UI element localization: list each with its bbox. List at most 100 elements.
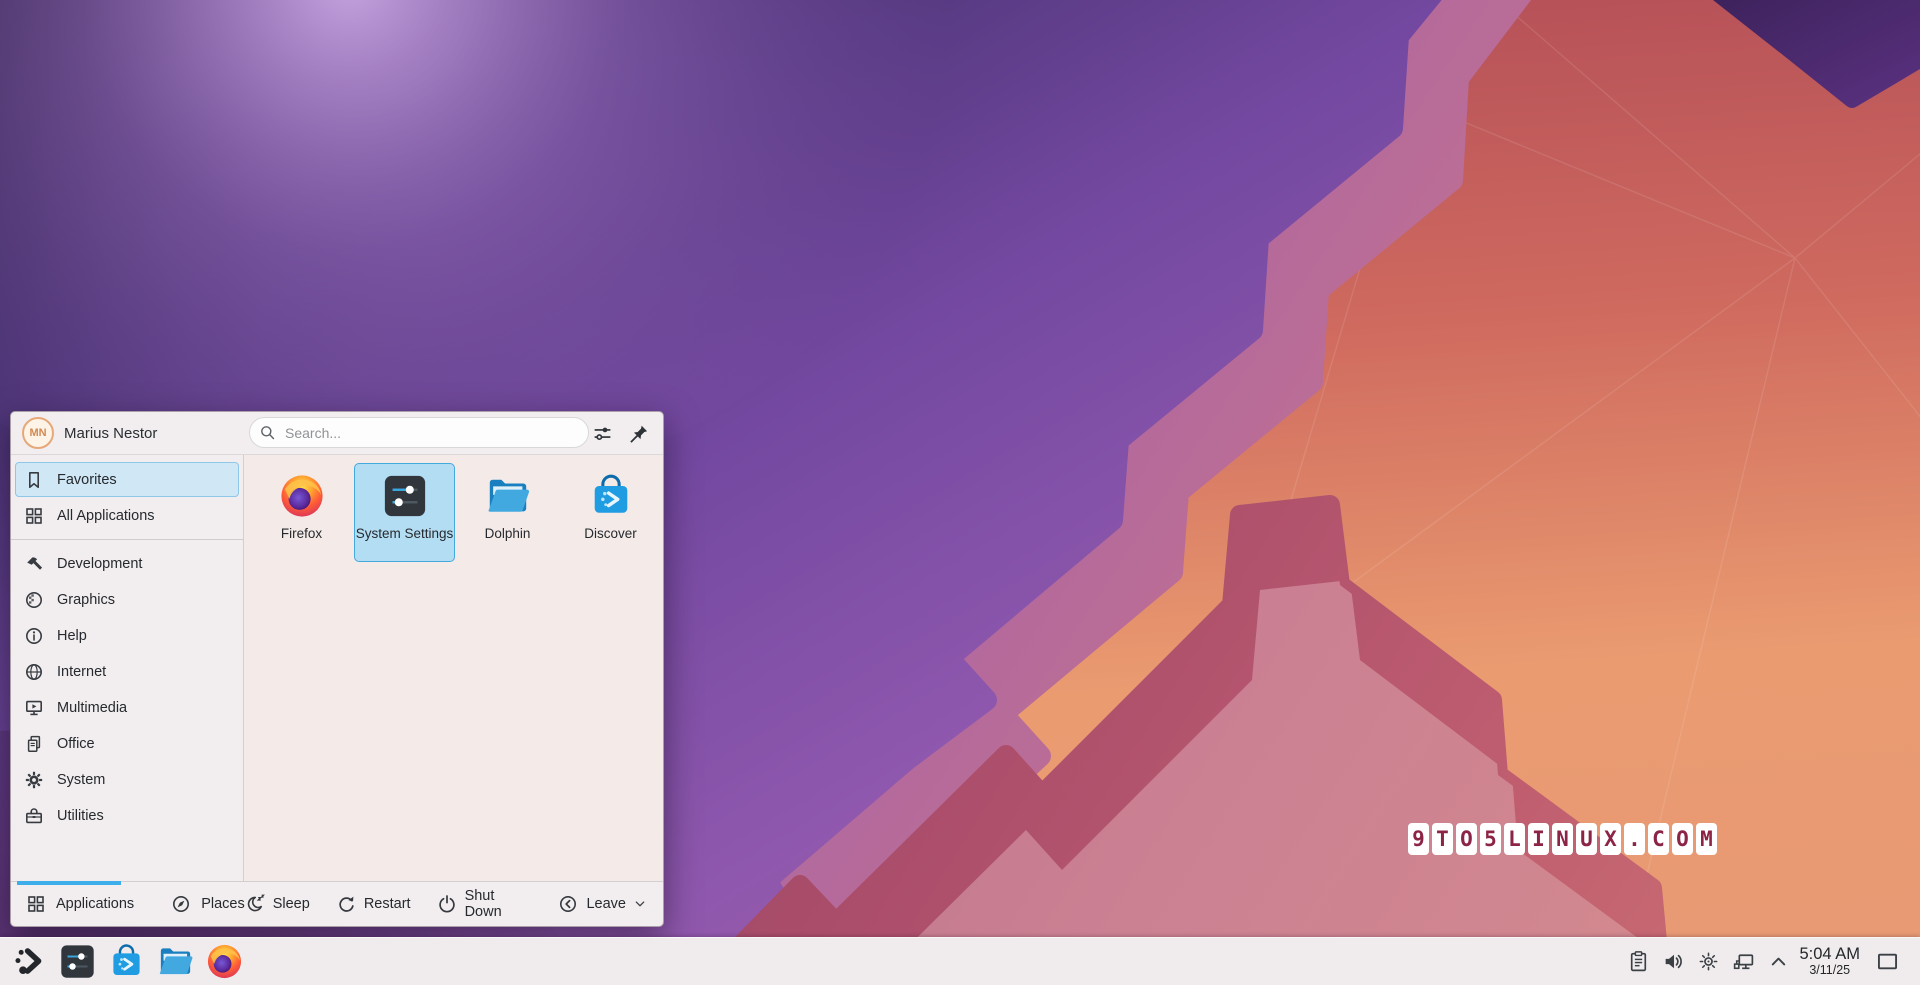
sidebar-item-utilities[interactable]: Utilities bbox=[15, 798, 239, 833]
watermark-letter: I bbox=[1528, 823, 1549, 855]
leave-button[interactable]: Leave bbox=[558, 894, 648, 914]
sidebar-item-label: Internet bbox=[57, 663, 107, 680]
tab-label: Places bbox=[201, 896, 245, 912]
sidebar-item-all-applications[interactable]: All Applications bbox=[15, 498, 239, 533]
search-input[interactable] bbox=[283, 423, 579, 442]
taskbar-panel: 5:04 AM 3/11/25 bbox=[0, 937, 1920, 985]
toolbox-icon bbox=[24, 806, 44, 826]
launcher-footer: Applications Places Sleep Restart Shut Down… bbox=[11, 881, 663, 926]
tray-network-button[interactable] bbox=[1732, 950, 1755, 973]
all-apps-grid-icon bbox=[24, 506, 44, 526]
tray-expand-tray-button[interactable] bbox=[1767, 950, 1790, 973]
taskbar-app-firefox[interactable] bbox=[204, 942, 244, 982]
application-launcher-button[interactable] bbox=[8, 942, 48, 982]
tray-clipboard-button[interactable] bbox=[1627, 950, 1650, 973]
watermark-letter: X bbox=[1600, 823, 1621, 855]
app-tile-firefox[interactable]: Firefox bbox=[251, 463, 352, 562]
chevron-up-icon bbox=[1767, 950, 1790, 973]
show-desktop-button[interactable] bbox=[1876, 950, 1900, 974]
watermark-letter: C bbox=[1648, 823, 1669, 855]
session-button-label: Restart bbox=[363, 896, 411, 912]
compass-icon bbox=[171, 894, 191, 914]
tab-applications[interactable]: Applications bbox=[26, 894, 134, 914]
watermark-letter: L bbox=[1504, 823, 1525, 855]
configure-icon bbox=[592, 423, 613, 444]
sidebar-item-label: Graphics bbox=[57, 591, 116, 608]
app-tile-discover[interactable]: Discover bbox=[560, 463, 661, 562]
task-manager bbox=[57, 942, 244, 982]
tab-places[interactable]: Places bbox=[171, 894, 245, 914]
watermark-letter: 9 bbox=[1408, 823, 1429, 855]
watermark-9to5linux: 9TO5LINUX.COM bbox=[1408, 823, 1717, 855]
session-button-label: Sleep bbox=[272, 896, 310, 912]
app-tile-dolphin[interactable]: Dolphin bbox=[457, 463, 558, 562]
clipboard-icon bbox=[1627, 950, 1650, 973]
app-tile-label: Dolphin bbox=[484, 526, 531, 541]
sidebar-item-favorites[interactable]: Favorites bbox=[15, 462, 239, 497]
watermark-letter: U bbox=[1576, 823, 1597, 855]
watermark-letter: M bbox=[1696, 823, 1717, 855]
chevron-down-icon bbox=[632, 896, 648, 912]
sidebar-item-multimedia[interactable]: Multimedia bbox=[15, 690, 239, 725]
pin-icon bbox=[628, 423, 649, 444]
launcher-body: Favorites All Applications Development Grap… bbox=[11, 455, 663, 881]
sidebar-item-graphics[interactable]: Graphics bbox=[15, 582, 239, 617]
digital-clock[interactable]: 5:04 AM 3/11/25 bbox=[1799, 944, 1860, 977]
firefox-icon bbox=[279, 473, 325, 519]
taskbar-app-system-settings[interactable] bbox=[57, 942, 97, 982]
app-tile-system-settings[interactable]: System Settings bbox=[354, 463, 455, 562]
bookmark-icon bbox=[24, 470, 44, 490]
launcher-sidebar: Favorites All Applications Development Grap… bbox=[11, 455, 244, 881]
sleep-button[interactable]: Sleep bbox=[245, 894, 310, 914]
sidebar-item-help[interactable]: Help bbox=[15, 618, 239, 653]
shut-down-button[interactable]: Shut Down bbox=[437, 888, 533, 920]
brightness-icon bbox=[1697, 950, 1720, 973]
launcher-header-actions bbox=[590, 412, 650, 454]
dolphin-icon bbox=[485, 473, 531, 519]
sidebar-item-system[interactable]: System bbox=[15, 762, 239, 797]
sidebar-item-internet[interactable]: Internet bbox=[15, 654, 239, 689]
launcher-header: MN Marius Nestor bbox=[11, 412, 663, 455]
hammer-icon bbox=[24, 554, 44, 574]
watermark-letter: T bbox=[1432, 823, 1453, 855]
tab-label: Applications bbox=[56, 896, 135, 912]
all-apps-grid-icon bbox=[26, 894, 46, 914]
sidebar-item-office[interactable]: Office bbox=[15, 726, 239, 761]
clock-time: 5:04 AM bbox=[1799, 944, 1860, 963]
discover-icon bbox=[588, 473, 634, 519]
leave-icon bbox=[558, 894, 578, 914]
user-avatar[interactable]: MN bbox=[22, 417, 54, 449]
session-button-label: Leave bbox=[586, 896, 626, 912]
configure-button[interactable] bbox=[590, 421, 614, 445]
sidebar-item-label: Office bbox=[57, 735, 95, 752]
session-buttons: Sleep Restart Shut Down Leave bbox=[245, 888, 663, 920]
pin-button[interactable] bbox=[626, 421, 650, 445]
office-icon bbox=[24, 734, 44, 754]
sleep-icon bbox=[245, 894, 265, 914]
search-box bbox=[249, 417, 589, 448]
sidebar-item-label: Development bbox=[57, 555, 143, 572]
watermark-letter: N bbox=[1552, 823, 1573, 855]
taskbar-app-dolphin[interactable] bbox=[155, 942, 195, 982]
watermark-letter: O bbox=[1456, 823, 1477, 855]
gear-icon bbox=[24, 770, 44, 790]
app-tile-label: System Settings bbox=[355, 526, 454, 541]
restart-button[interactable]: Restart bbox=[336, 894, 411, 914]
sidebar-item-label: All Applications bbox=[57, 507, 155, 524]
globe-icon bbox=[24, 662, 44, 682]
tray-brightness-button[interactable] bbox=[1697, 950, 1720, 973]
sidebar-item-label: Favorites bbox=[57, 471, 117, 488]
shutdown-icon bbox=[437, 894, 457, 914]
sidebar-item-label: Help bbox=[57, 627, 87, 644]
tray-volume-button[interactable] bbox=[1662, 950, 1685, 973]
multimedia-icon bbox=[24, 698, 44, 718]
sidebar-item-label: Utilities bbox=[57, 807, 104, 824]
session-button-label: Shut Down bbox=[464, 888, 502, 920]
taskbar-app-discover[interactable] bbox=[106, 942, 146, 982]
desktop: 9TO5LINUX.COM MN Marius Nestor Favorites… bbox=[0, 0, 1920, 985]
sidebar-item-development[interactable]: Development bbox=[15, 546, 239, 581]
sidebar-separator bbox=[11, 539, 243, 540]
watermark-letter: O bbox=[1672, 823, 1693, 855]
network-icon bbox=[1732, 950, 1755, 973]
restart-icon bbox=[336, 894, 356, 914]
